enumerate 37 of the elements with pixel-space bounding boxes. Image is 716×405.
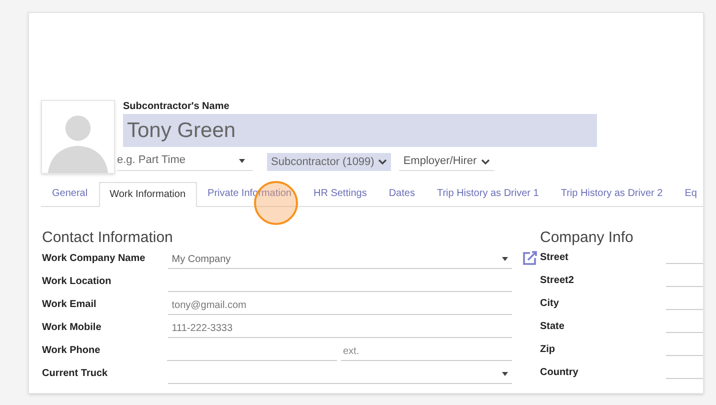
avatar-placeholder-icon	[41, 100, 115, 174]
caret-icon	[502, 257, 508, 261]
name-label: Subcontractor's Name	[123, 100, 230, 114]
tab[interactable]: Work Information	[98, 182, 197, 207]
field-label: Work Location	[42, 275, 112, 289]
select-field[interactable]: e.g. Part Time	[117, 151, 253, 171]
field-label: Work Mobile	[42, 321, 102, 335]
field-label: City	[540, 297, 560, 311]
extension-field[interactable]: ext.	[341, 342, 512, 361]
tab[interactable]: Trip History as Driver 1	[426, 181, 550, 206]
field-label: State	[540, 320, 566, 334]
field-label: Work Phone	[42, 344, 102, 358]
section-heading: Company Info	[540, 229, 634, 247]
select-field[interactable]: My Company	[168, 250, 512, 269]
field-label: Street2	[540, 274, 575, 288]
input-field[interactable]: tony@gmail.com	[168, 296, 512, 315]
input-field[interactable]: 111-222-3333	[168, 319, 512, 338]
select-field[interactable]: Employer/Hirer	[399, 153, 494, 171]
field-label: Country	[540, 366, 580, 380]
tab[interactable]: Dates	[378, 181, 426, 206]
section-heading: Contact Information	[42, 229, 174, 247]
field-label: Work Email	[42, 298, 98, 312]
external-link-icon[interactable]	[522, 251, 538, 265]
name-field[interactable]: Tony Green	[123, 114, 597, 147]
tab[interactable]: Trip History as Driver 2	[550, 181, 674, 206]
tab[interactable]: HR Settings	[302, 181, 378, 206]
chevron-down-icon	[480, 158, 490, 164]
field-label: Work Company Name	[42, 252, 146, 266]
tab[interactable]: General	[41, 181, 99, 206]
select-field[interactable]: Subcontractor (1099)	[267, 153, 392, 171]
caret-icon	[502, 372, 508, 376]
tab[interactable]: Eq	[674, 181, 703, 206]
field-label: Current Truck	[42, 367, 109, 381]
field-label: Street	[540, 251, 570, 265]
field-label: Zip	[540, 343, 556, 357]
chevron-down-icon	[378, 159, 388, 165]
caret-icon	[239, 158, 245, 162]
